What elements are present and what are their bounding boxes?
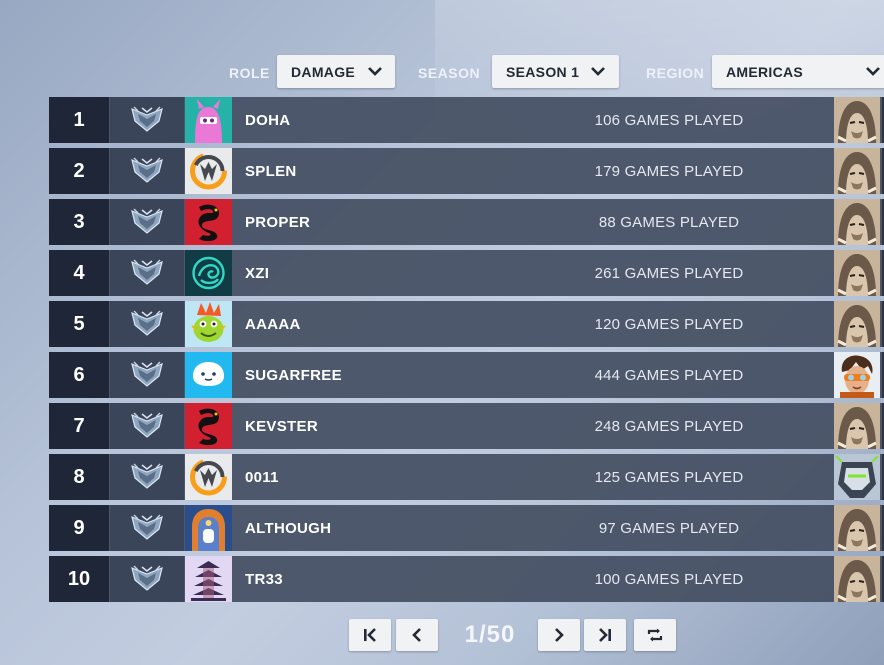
pink-creature-icon [185,97,232,143]
season-label: SEASON [418,65,481,81]
table-row[interactable]: 5 AAAAA 120 GAMES PLAYED [49,301,884,347]
tier-badge-icon [110,250,184,296]
games-played: 444 GAMES PLAYED [594,367,744,384]
hooded-hero-icon [834,556,880,602]
pagination: 1/50 [0,619,884,653]
games-played: 179 GAMES PLAYED [594,163,744,180]
chevron-down-icon [368,67,382,76]
player-name: DOHA [245,112,291,129]
red-dragon-icon [185,403,232,449]
table-row[interactable]: 8 0011 125 GAMES PLAYED [49,454,884,500]
rank-number: 7 [49,403,109,449]
tier-badge-icon [110,403,184,449]
first-page-icon [364,628,376,642]
chevron-down-icon [866,67,880,76]
tier-badge-icon [110,301,184,347]
player-name: SPLEN [245,163,297,180]
rank-number: 1 [49,97,109,143]
table-row[interactable]: 7 KEVSTER 248 GAMES PLAYED [49,403,884,449]
rank-number: 4 [49,250,109,296]
player-name: XZI [245,265,270,282]
games-played: 97 GAMES PLAYED [598,520,740,537]
teal-dragon-icon [185,250,232,296]
next-page-button[interactable] [538,619,580,651]
region-dropdown[interactable]: AMERICAS [712,55,884,88]
previous-page-button[interactable] [396,619,438,651]
hooded-hero-icon [834,199,880,245]
tier-badge-icon [110,556,184,602]
rank-number: 6 [49,352,109,398]
hooded-hero-icon [834,403,880,449]
rank-number: 8 [49,454,109,500]
player-name: AAAAA [245,316,301,333]
player-name: PROPER [245,214,311,231]
role-dropdown[interactable]: DAMAGE [277,55,395,88]
chevron-down-icon [591,67,605,76]
table-row[interactable]: 4 XZI 261 GAMES PLAYED [49,250,884,296]
overwatch-logo-icon [185,454,232,500]
shrine-icon [185,505,232,551]
tier-badge-icon [110,148,184,194]
role-value: DAMAGE [291,64,356,80]
rank-number: 9 [49,505,109,551]
hooded-hero-icon [834,97,880,143]
tier-badge-icon [110,97,184,143]
refresh-button[interactable] [634,619,676,651]
rank-number: 2 [49,148,109,194]
refresh-icon [647,628,663,642]
season-dropdown[interactable]: SEASON 1 [492,55,619,88]
table-row[interactable]: 6 SUGARFREE 444 GAMES PLAYED [49,352,884,398]
games-played: 248 GAMES PLAYED [594,418,744,435]
season-value: SEASON 1 [506,64,580,80]
games-played: 106 GAMES PLAYED [594,112,744,129]
hooded-hero-icon [834,148,880,194]
last-page-button[interactable] [584,619,626,651]
table-row[interactable]: 1 DOHA 106 GAMES PLAYED [49,97,884,143]
tier-badge-icon [110,454,184,500]
green-creature-icon [185,301,232,347]
tier-badge-icon [110,199,184,245]
table-row[interactable]: 9 ALTHOUGH 97 GAMES PLAYED [49,505,884,551]
games-played: 120 GAMES PLAYED [594,316,744,333]
next-page-icon [555,628,564,642]
region-value: AMERICAS [726,64,804,80]
rank-number: 3 [49,199,109,245]
games-played: 100 GAMES PLAYED [594,571,744,588]
last-page-icon [599,628,611,642]
games-played: 125 GAMES PLAYED [594,469,744,486]
first-page-button[interactable] [349,619,391,651]
armored-hero-icon [834,454,880,500]
player-name: 0011 [245,469,279,486]
rank-number: 5 [49,301,109,347]
pagoda-icon [185,556,232,602]
player-name: KEVSTER [245,418,318,435]
table-row[interactable]: 10 TR33 100 GAMES PLAYED [49,556,884,602]
table-row[interactable]: 3 PROPER 88 GAMES PLAYED [49,199,884,245]
red-dragon-icon [185,199,232,245]
region-label: REGION [646,65,705,81]
page-indicator: 1/50 [464,621,516,648]
goggles-hero-icon [834,352,880,398]
previous-page-icon [412,628,421,642]
games-played: 88 GAMES PLAYED [598,214,740,231]
tier-badge-icon [110,505,184,551]
table-row[interactable]: 2 SPLEN 179 GAMES PLAYED [49,148,884,194]
filter-bar: ROLE DAMAGE SEASON SEASON 1 REGION AMERI… [0,55,884,89]
games-played: 261 GAMES PLAYED [594,265,744,282]
hooded-hero-icon [834,301,880,347]
tier-badge-icon [110,352,184,398]
player-name: ALTHOUGH [245,520,332,537]
player-name: SUGARFREE [245,367,342,384]
cloud-creature-icon [185,352,232,398]
overwatch-logo-icon [185,148,232,194]
hooded-hero-icon [834,250,880,296]
hooded-hero-icon [834,505,880,551]
player-name: TR33 [245,571,283,588]
role-label: ROLE [229,65,270,81]
rank-number: 10 [49,556,109,602]
